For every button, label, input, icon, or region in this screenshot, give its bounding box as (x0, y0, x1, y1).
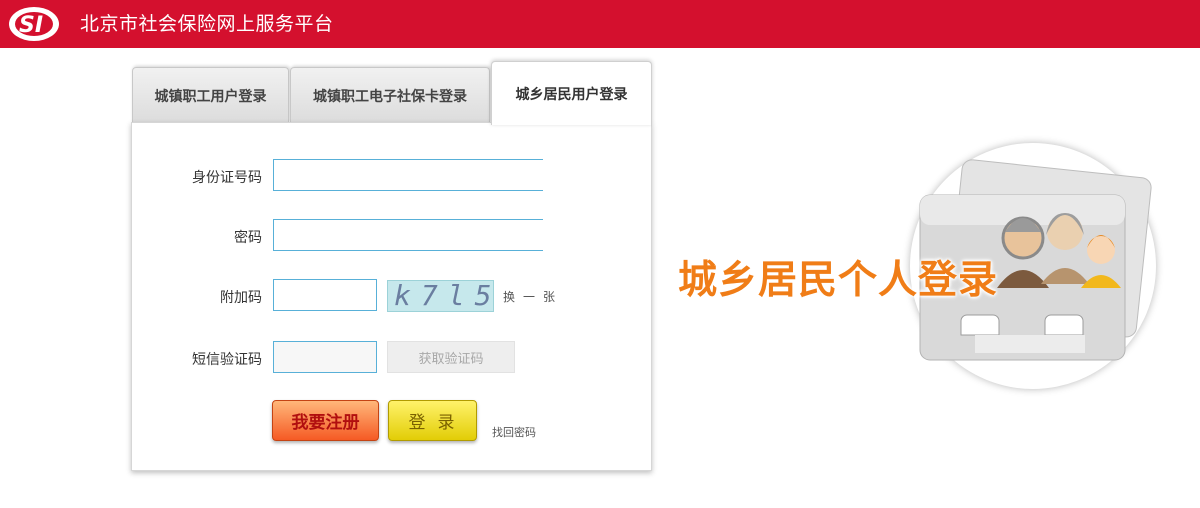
tab-urban-employee-e-card-login[interactable]: 城镇职工电子社保卡登录 (290, 67, 490, 123)
tab-urban-employee-login[interactable]: 城镇职工用户登录 (132, 67, 289, 123)
sms-code-input[interactable] (273, 341, 377, 373)
get-sms-code-button[interactable]: 获取验证码 (387, 341, 515, 373)
id-number-label: 身份证号码 (192, 170, 262, 186)
login-panel: 身份证号码 密码 附加码 k7l5 换一张 短信验证码 获取验证码 我要注册 登… (131, 122, 652, 471)
login-button[interactable]: 登录 (388, 400, 477, 441)
captcha-refresh-link[interactable]: 换一张 (503, 288, 563, 305)
promo-title: 城乡居民个人登录 (678, 258, 999, 303)
id-number-input[interactable] (273, 159, 543, 191)
svg-text:SI: SI (19, 13, 43, 38)
captcha-label: 附加码 (220, 290, 262, 306)
register-button[interactable]: 我要注册 (272, 400, 379, 441)
si-logo-icon: SI (9, 7, 59, 41)
sms-code-label: 短信验证码 (192, 352, 262, 368)
captcha-image[interactable]: k7l5 (387, 280, 494, 312)
tab-urban-rural-resident-login[interactable]: 城乡居民用户登录 (491, 61, 652, 125)
password-label: 密码 (234, 230, 262, 246)
site-title: 北京市社会保险网上服务平台 (80, 13, 334, 35)
password-input[interactable] (273, 219, 543, 251)
top-header: SI 北京市社会保险网上服务平台 (0, 0, 1200, 48)
captcha-input[interactable] (273, 279, 377, 311)
forgot-password-link[interactable]: 找回密码 (492, 424, 536, 440)
